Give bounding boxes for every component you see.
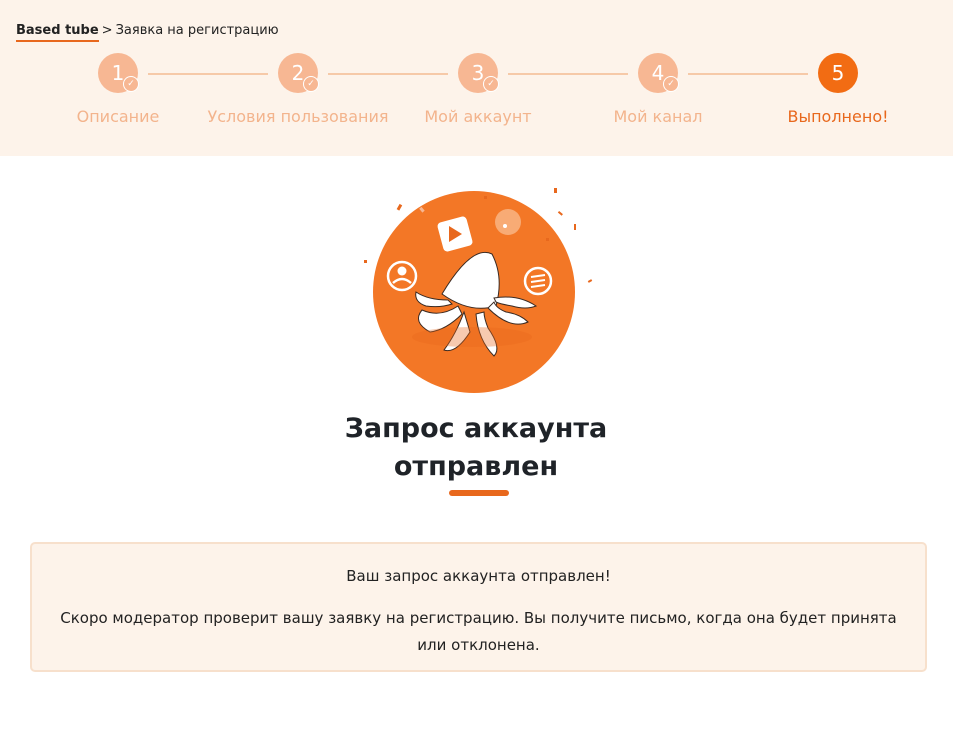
confirmation-message-box: Ваш запрос аккаунта отправлен! Скоро мод… <box>30 542 927 672</box>
step-connector <box>508 73 628 75</box>
page-title: Запрос аккаунта отправлен <box>276 410 676 486</box>
title-line-2: отправлен <box>393 451 559 482</box>
check-icon: ✓ <box>663 76 679 92</box>
step-3-label: Мой аккаунт <box>424 107 532 126</box>
octopus-celebration-illustration <box>360 182 600 397</box>
breadcrumb-separator: > <box>101 23 113 38</box>
step-4-circle: 4 ✓ <box>638 53 679 93</box>
step-2-label: Условия пользования <box>207 107 389 126</box>
breadcrumb: Based tube > Заявка на регистрацию <box>16 23 279 42</box>
step-connector <box>148 73 268 75</box>
registration-header: Based tube > Заявка на регистрацию 1 ✓ 2 ✓… <box>0 0 953 156</box>
step-4-label: Мой канал <box>613 107 703 126</box>
breadcrumb-current: Заявка на регистрацию <box>115 23 279 38</box>
step-1-label: Описание <box>76 107 160 126</box>
step-connector <box>688 73 808 75</box>
step-connector <box>328 73 448 75</box>
step-1-circle: 1 ✓ <box>98 53 139 93</box>
check-icon: ✓ <box>123 76 139 92</box>
check-icon: ✓ <box>483 76 499 92</box>
step-2-circle: 2 ✓ <box>278 53 319 93</box>
step-3-circle: 3 ✓ <box>458 53 499 93</box>
step-5-circle: 5 <box>818 53 858 93</box>
title-underline <box>449 490 509 496</box>
user-icon <box>386 260 418 292</box>
check-icon: ✓ <box>303 76 319 92</box>
confirmation-details: Скоро модератор проверит вашу заявку на … <box>60 609 897 654</box>
breadcrumb-home-link[interactable]: Based tube <box>16 23 99 42</box>
step-number: 5 <box>831 61 845 85</box>
step-5-label: Выполнено! <box>787 107 889 126</box>
title-line-1: Запрос аккаунта <box>344 413 608 444</box>
confirmation-message: Ваш запрос аккаунта отправлен! <box>346 567 611 585</box>
